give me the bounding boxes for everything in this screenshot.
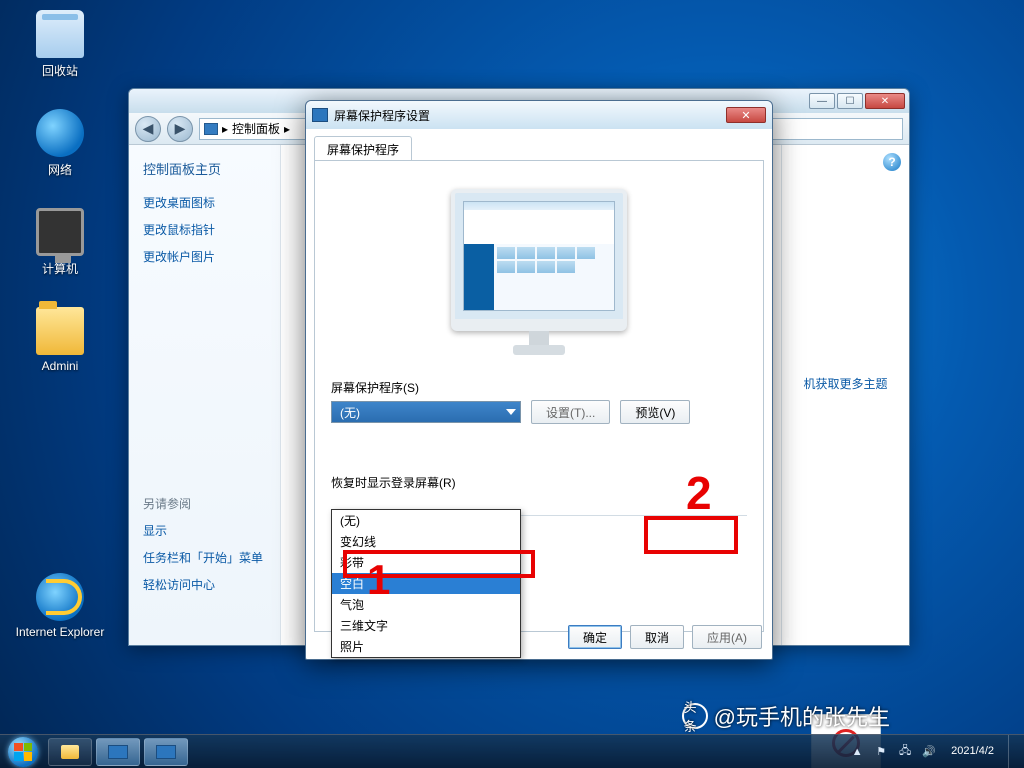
watermark-logo-icon: 头条 (682, 703, 708, 729)
sidebar-link-desktop-icons[interactable]: 更改桌面图标 (143, 194, 266, 211)
start-button[interactable] (0, 735, 46, 768)
folder-icon (61, 745, 79, 759)
more-themes-link[interactable]: 机获取更多主题 (803, 377, 887, 391)
sidebar-link-taskbar[interactable]: 任务栏和「开始」菜单 (143, 549, 266, 566)
computer-icon[interactable]: 计算机 (10, 208, 110, 277)
sidebar-link-display[interactable]: 显示 (143, 522, 266, 539)
monitor-preview (439, 189, 639, 355)
watermark: 头条 @玩手机的张先生 (682, 700, 890, 732)
screensaver-dropdown-list: (无) 变幻线 彩带 空白 气泡 三维文字 照片 (331, 509, 521, 658)
dialog-close-button[interactable]: ✕ (726, 107, 766, 123)
option-bubbles[interactable]: 气泡 (332, 594, 520, 615)
right-pane: 机获取更多主题 屏幕保护程序 无 (781, 145, 909, 645)
apply-button[interactable]: 应用(A) (692, 625, 762, 649)
ie-icon[interactable]: Internet Explorer (10, 573, 110, 639)
icon-label: Internet Explorer (16, 625, 105, 639)
maximize-button[interactable]: ☐ (837, 93, 863, 109)
watermark-author: @玩手机的张先生 (714, 700, 890, 732)
icon-label: Admini (42, 359, 79, 373)
dropdown-value: (无) (340, 404, 360, 421)
system-tray: ▲ ⚑ 🖧 🔊 2021/4/2 (841, 735, 1024, 768)
sidebar-home[interactable]: 控制面板主页 (143, 159, 266, 178)
monitor-icon (108, 745, 128, 759)
task-item-personalization[interactable] (96, 738, 140, 766)
screensaver-field-label: 屏幕保护程序(S) (331, 379, 747, 396)
windows-logo-icon (8, 737, 38, 767)
clock-date: 2021/4/2 (951, 745, 994, 758)
close-button[interactable]: ✕ (865, 93, 905, 109)
forward-button[interactable]: ▶ (167, 116, 193, 142)
monitor-icon (312, 108, 328, 122)
breadcrumb-root: 控制面板 (232, 120, 280, 137)
sidebar: 控制面板主页 更改桌面图标 更改鼠标指针 更改帐户图片 另请参阅 显示 任务栏和… (129, 145, 281, 645)
option-ribbons[interactable]: 彩带 (332, 552, 520, 573)
option-none[interactable]: (无) (332, 510, 520, 531)
volume-icon[interactable]: 🔊 (921, 744, 937, 760)
recover-label: 恢复时显示登录屏幕(R) (331, 474, 456, 491)
trash-icon (36, 10, 84, 58)
sidebar-link-account-picture[interactable]: 更改帐户图片 (143, 248, 266, 265)
ok-button[interactable]: 确定 (568, 625, 622, 649)
internet-explorer-icon (36, 573, 84, 621)
icon-label: 网络 (48, 163, 72, 177)
option-3d-text[interactable]: 三维文字 (332, 615, 520, 636)
screensaver-dropdown[interactable]: (无) (331, 401, 521, 423)
network-icon[interactable]: 网络 (10, 109, 110, 178)
chevron-down-icon (506, 409, 516, 415)
sidebar-link-mouse-pointer[interactable]: 更改鼠标指针 (143, 221, 266, 238)
dialog-footer: 确定 取消 应用(A) (568, 625, 762, 649)
settings-button[interactable]: 设置(T)... (531, 400, 610, 424)
network-tray-icon[interactable]: 🖧 (897, 744, 913, 760)
recover-row: 恢复时显示登录屏幕(R) (331, 474, 747, 491)
desktop: 回收站 网络 计算机 Admini Internet Explorer — ☐ … (0, 0, 1024, 768)
monitor-icon (156, 745, 176, 759)
monitor-icon (204, 123, 218, 135)
minimize-button[interactable]: — (809, 93, 835, 109)
show-desktop-button[interactable] (1008, 735, 1020, 768)
monitor-icon (36, 208, 84, 256)
globe-icon (36, 109, 84, 157)
screensaver-dialog: 屏幕保护程序设置 ✕ 屏幕保护程序 (305, 100, 773, 660)
action-center-icon[interactable]: ⚑ (873, 744, 889, 760)
tray-expand-icon[interactable]: ▲ (849, 744, 865, 760)
screen-preview (463, 201, 615, 311)
icon-label: 计算机 (42, 262, 78, 276)
tab-strip: 屏幕保护程序 (306, 129, 772, 160)
task-item-explorer[interactable] (48, 738, 92, 766)
sidebar-link-ease-of-access[interactable]: 轻松访问中心 (143, 576, 266, 593)
taskbar: ▲ ⚑ 🖧 🔊 2021/4/2 (0, 734, 1024, 768)
back-button[interactable]: ◀ (135, 116, 161, 142)
option-photos[interactable]: 照片 (332, 636, 520, 657)
cancel-button[interactable]: 取消 (630, 625, 684, 649)
folder-icon (36, 307, 84, 355)
dialog-titlebar[interactable]: 屏幕保护程序设置 ✕ (306, 101, 772, 129)
option-mystify[interactable]: 变幻线 (332, 531, 520, 552)
tab-content: 屏幕保护程序(S) (无) 设置(T)... 预览(V) 恢复时显示登录屏幕(R… (314, 160, 764, 632)
clock[interactable]: 2021/4/2 (945, 743, 1000, 760)
see-also-heading: 另请参阅 (143, 495, 266, 512)
dialog-title: 屏幕保护程序设置 (334, 107, 430, 124)
tab-screensaver[interactable]: 屏幕保护程序 (314, 136, 412, 161)
preview-button[interactable]: 预览(V) (620, 400, 690, 424)
icon-label: 回收站 (42, 64, 78, 78)
monitor-frame (451, 189, 627, 331)
option-blank[interactable]: 空白 (332, 573, 520, 594)
recycle-bin-icon[interactable]: 回收站 (10, 10, 110, 79)
task-item-screensaver[interactable] (144, 738, 188, 766)
desktop-icons: 回收站 网络 计算机 Admini Internet Explorer (10, 10, 110, 669)
admin-folder-icon[interactable]: Admini (10, 307, 110, 373)
